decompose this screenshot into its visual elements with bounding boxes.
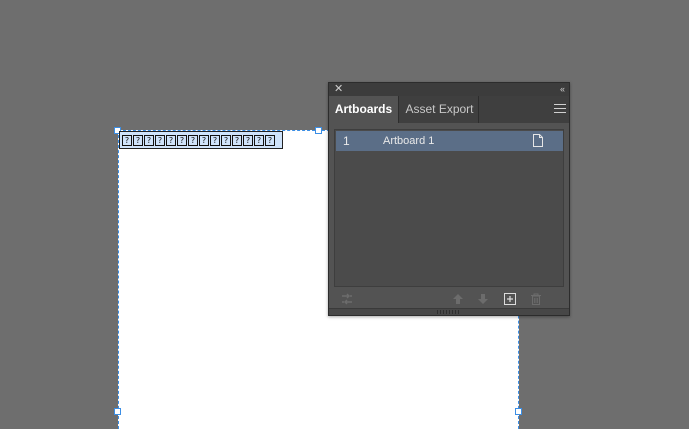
name-glyph: ? <box>243 134 253 146</box>
move-down-icon[interactable] <box>477 293 489 305</box>
tab-artboards[interactable]: Artboards <box>329 96 399 123</box>
artboards-panel: ✕ ‹‹ Artboards Asset Export 1 Artboard 1 <box>328 82 570 316</box>
move-up-icon[interactable] <box>452 293 464 305</box>
resize-handle-top-middle[interactable] <box>315 127 322 134</box>
name-glyph: ? <box>254 134 264 146</box>
artboard-name-editor[interactable]: ?????????????? <box>119 131 283 149</box>
name-glyph: ? <box>221 134 231 146</box>
panel-tabbar: Artboards Asset Export <box>329 96 569 123</box>
new-artboard-icon[interactable] <box>504 293 516 305</box>
list-item[interactable]: 1 Artboard 1 <box>336 131 563 151</box>
name-glyph: ? <box>166 134 176 146</box>
artboard-list[interactable]: 1 Artboard 1 <box>334 129 564 287</box>
name-glyph: ? <box>188 134 198 146</box>
panel-footer <box>329 289 569 309</box>
rearrange-icon[interactable] <box>341 293 353 305</box>
name-glyph: ? <box>265 134 275 146</box>
collapse-panel-icon[interactable]: ‹‹ <box>560 83 565 96</box>
name-glyph: ? <box>232 134 242 146</box>
panel-menu-icon[interactable] <box>554 104 566 114</box>
panel-resize-grip[interactable] <box>329 308 569 315</box>
name-glyph: ? <box>122 134 132 146</box>
artboard-number: 1 <box>343 134 350 148</box>
name-glyph: ? <box>155 134 165 146</box>
name-glyph: ? <box>144 134 154 146</box>
name-glyph: ? <box>133 134 143 146</box>
tab-asset-export[interactable]: Asset Export <box>401 96 479 123</box>
name-glyph: ? <box>210 134 220 146</box>
delete-icon[interactable] <box>530 293 542 305</box>
close-icon[interactable]: ✕ <box>334 83 343 96</box>
panel-titlebar[interactable]: ✕ ‹‹ <box>329 83 569 96</box>
name-glyph: ? <box>199 134 209 146</box>
resize-handle-bottom-right[interactable] <box>515 408 522 415</box>
artboard-name[interactable]: Artboard 1 <box>383 131 434 151</box>
name-glyph: ? <box>177 134 187 146</box>
grip-marks <box>437 310 459 314</box>
artboard-options-icon[interactable] <box>533 134 543 147</box>
resize-handle-bottom-left[interactable] <box>114 408 121 415</box>
